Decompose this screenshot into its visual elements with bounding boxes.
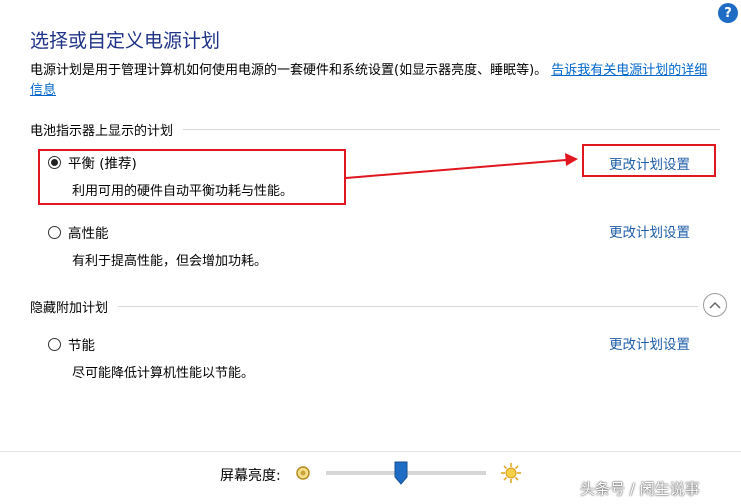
- brightness-label: 屏幕亮度:: [220, 468, 281, 484]
- watermark-text: 头条号 / 闲生说事: [580, 480, 700, 498]
- brightness-slider-thumb[interactable]: [394, 461, 408, 485]
- annotation-arrow-icon: [345, 153, 578, 179]
- bright-sun-icon: [501, 463, 521, 483]
- footer-divider: [0, 451, 741, 452]
- dim-sun-icon: [296, 466, 310, 480]
